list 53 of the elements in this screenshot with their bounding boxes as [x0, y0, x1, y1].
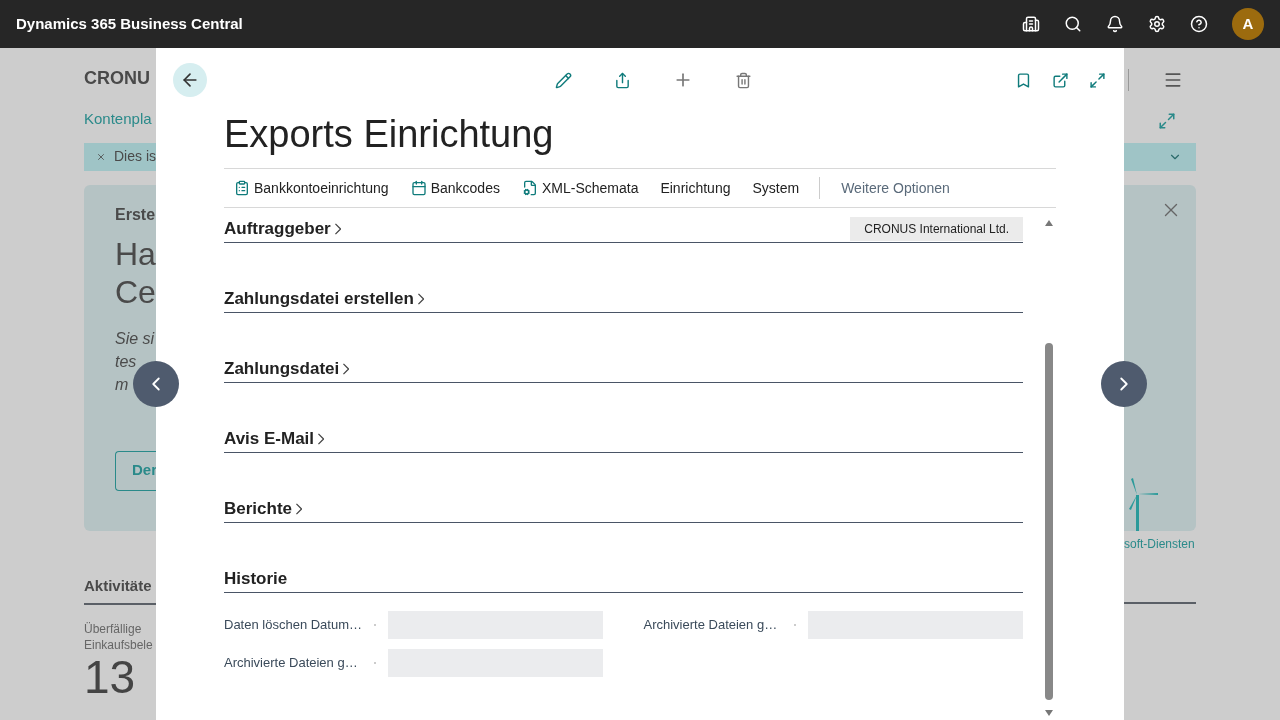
card-kicker: Erste — [115, 204, 156, 225]
building-icon[interactable] — [1022, 15, 1040, 33]
company-name: CRONU — [84, 68, 151, 88]
toolbar-button[interactable]: Einrichtung — [660, 177, 731, 199]
tile-label: Überfällige — [84, 621, 143, 637]
section-header[interactable]: Avis E-Mail — [224, 428, 325, 452]
section-summary: CRONUS International Ltd. — [850, 217, 1023, 241]
share-icon[interactable] — [614, 71, 631, 89]
card-heading: Ce — [115, 272, 156, 311]
toolbar-button[interactable]: System — [752, 177, 800, 199]
more-options-button[interactable]: Weitere Optionen — [841, 177, 950, 199]
tile-value[interactable]: 13 — [84, 653, 156, 701]
bell-icon[interactable] — [1106, 15, 1124, 33]
expand-icon[interactable] — [1158, 112, 1176, 130]
card-text: m — [115, 374, 130, 395]
tile-label: Einkaufsbele — [84, 637, 154, 653]
section-header[interactable]: Historie — [224, 568, 288, 592]
delete-icon[interactable] — [735, 71, 752, 89]
chevron-right-icon — [296, 503, 303, 515]
open-new-window-icon[interactable] — [1052, 71, 1069, 89]
help-icon[interactable] — [1190, 15, 1208, 33]
document-gear-icon — [521, 180, 538, 196]
chevron-right-icon — [417, 293, 424, 305]
edit-icon[interactable] — [555, 71, 572, 89]
wind-turbine-icon — [1128, 477, 1160, 531]
section-header[interactable]: Zahlungsdatei — [224, 358, 350, 382]
settings-icon[interactable] — [1148, 15, 1166, 33]
menu-icon[interactable] — [1163, 70, 1183, 90]
expand-icon[interactable] — [1089, 71, 1106, 89]
chevron-right-icon — [343, 363, 350, 375]
app-title[interactable]: Dynamics 365 Business Central — [16, 12, 243, 36]
card-text: tes — [115, 351, 138, 372]
field-label: Daten löschen Datum… — [224, 616, 363, 635]
banner-text: Dies is — [114, 147, 156, 166]
field-label: Archivierte Dateien g… — [224, 654, 359, 673]
user-avatar[interactable]: A — [1232, 8, 1264, 40]
section-header[interactable]: Auftraggeber — [224, 218, 341, 242]
toolbar-button[interactable]: XML-Schemata — [521, 177, 639, 199]
card-heading: Ha — [115, 234, 156, 273]
dialog-title: Exports Einrichtung — [224, 112, 555, 157]
card-text: Sie si — [115, 328, 156, 349]
list-icon — [234, 180, 250, 196]
search-icon[interactable] — [1064, 15, 1082, 33]
chevron-right-icon — [334, 223, 341, 235]
calendar-icon — [410, 180, 427, 196]
chevron-right-icon — [318, 433, 325, 445]
field-label: Archivierte Dateien g… — [643, 616, 779, 635]
section-header[interactable]: Zahlungsdatei erstellen — [224, 288, 424, 312]
back-button[interactable] — [173, 63, 207, 97]
bookmark-icon[interactable] — [1015, 71, 1032, 89]
toolbar-button[interactable]: Bankkontoeinrichtung — [234, 177, 389, 199]
section-header[interactable]: Berichte — [224, 498, 303, 522]
toolbar-button[interactable]: Bankcodes — [410, 177, 500, 199]
